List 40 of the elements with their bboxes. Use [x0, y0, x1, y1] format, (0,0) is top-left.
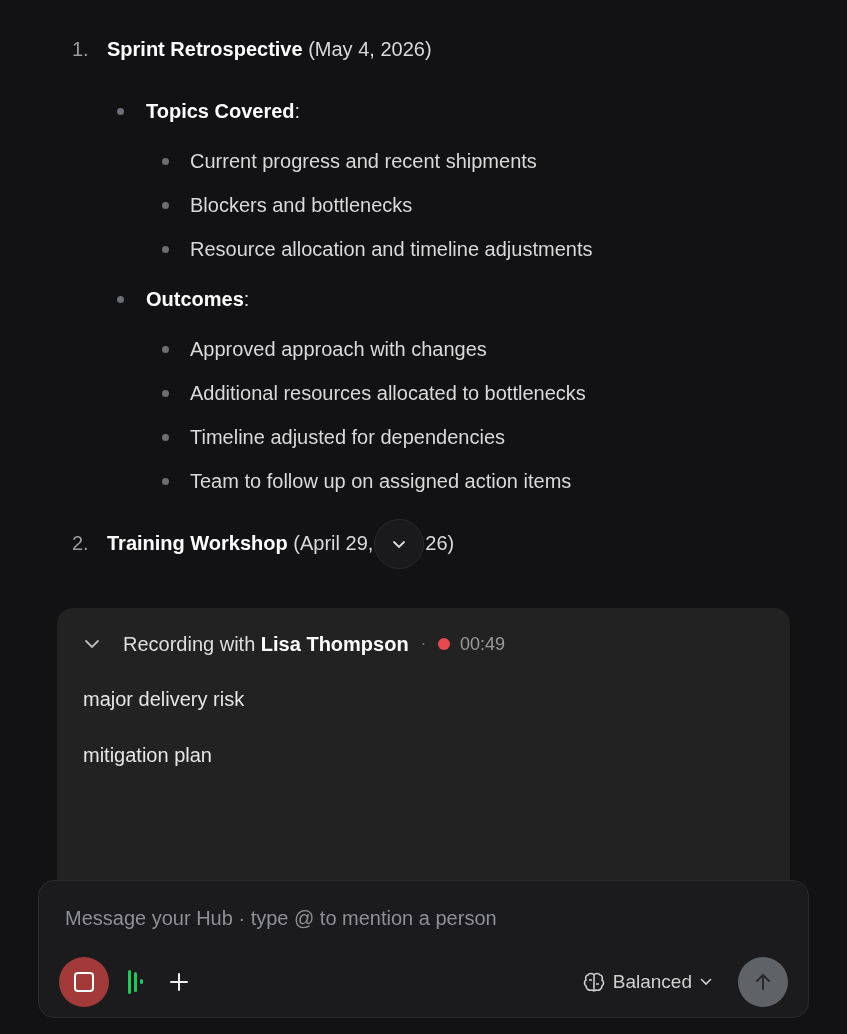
bullet-icon: [162, 389, 169, 397]
list-number: 2.: [72, 531, 90, 556]
transcript-line: mitigation plan: [83, 743, 213, 768]
bullet-icon: [162, 433, 169, 441]
bullet-icon: [162, 345, 169, 353]
message-input[interactable]: Message your Hub · type @ to mention a person: [59, 903, 788, 933]
plus-icon: [169, 972, 189, 992]
bullet-icon: [117, 107, 124, 115]
chevron-down-icon: [392, 539, 407, 549]
stop-recording-button[interactable]: [59, 957, 109, 1007]
list-item: Timeline adjusted for dependencies: [190, 425, 505, 450]
list-item: Approved approach with changes: [190, 337, 487, 362]
list-item: Team to follow up on assigned action items: [190, 469, 572, 494]
list-item: Additional resources allocated to bottlenecks: [190, 381, 586, 406]
separator-dot: ·: [420, 634, 426, 654]
section-label: Outcomes:: [146, 287, 250, 312]
item-heading: 26): [425, 531, 455, 556]
list-number: 1.: [72, 37, 90, 62]
recording-time: 00:49: [459, 632, 505, 656]
chevron-down-icon: [700, 978, 712, 986]
list-item: Current progress and recent shipments: [190, 149, 537, 174]
send-button[interactable]: [738, 957, 788, 1007]
bullet-icon: [162, 477, 169, 485]
item-heading: Training Workshop (April 29,: [107, 531, 374, 556]
item-heading: Sprint Retrospective (May 4, 2026): [107, 37, 432, 62]
mode-dropdown[interactable]: Balanced: [582, 967, 712, 997]
section-label: Topics Covered:: [146, 99, 301, 124]
bullet-icon: [162, 157, 169, 165]
stop-icon: [73, 971, 95, 993]
bullet-icon: [162, 245, 169, 253]
arrow-up-icon: [753, 972, 773, 992]
brain-icon: [582, 971, 605, 993]
bullet-icon: [117, 295, 124, 303]
bullet-icon: [162, 201, 169, 209]
add-button[interactable]: [167, 970, 191, 994]
transcript-line: major delivery risk: [83, 687, 246, 712]
list-item: Resource allocation and timeline adjustments: [190, 237, 593, 262]
list-item: Blockers and bottlenecks: [190, 193, 413, 218]
recording-title: Recording with Lisa Thompson: [123, 632, 409, 657]
audio-level-icon: [127, 968, 145, 996]
